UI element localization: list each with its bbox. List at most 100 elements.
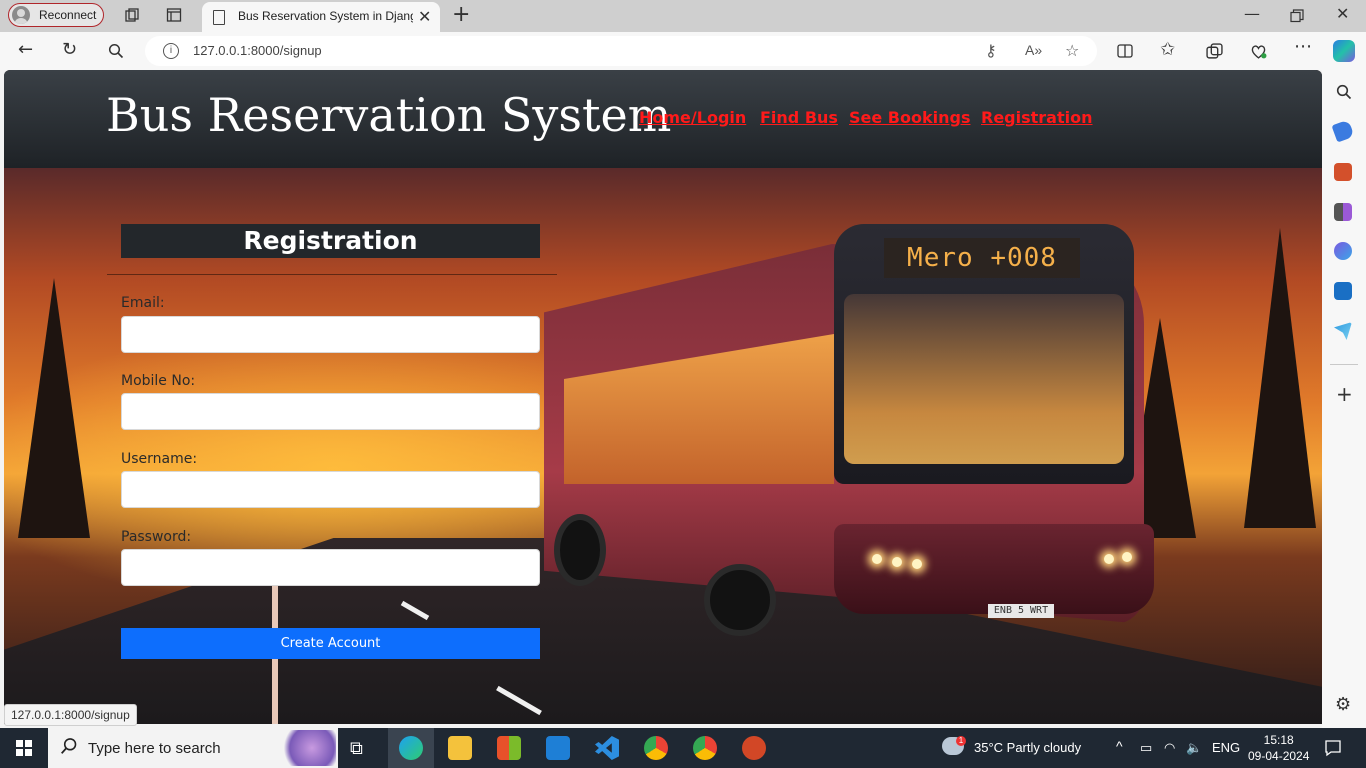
- bus-illustration: Mero +008 ENB 5 WRT: [544, 184, 1154, 636]
- close-window-icon[interactable]: ✕: [1336, 4, 1349, 23]
- minimize-icon[interactable]: —: [1244, 4, 1260, 23]
- shopping-tag-icon[interactable]: [1331, 119, 1355, 143]
- windows-taskbar: Type here to search ⧉ 1 35°C Partly clou…: [0, 728, 1366, 768]
- edge-browser-icon[interactable]: [399, 736, 423, 760]
- address-url[interactable]: 127.0.0.1:8000/signup: [193, 43, 322, 58]
- restore-icon[interactable]: [1290, 9, 1304, 23]
- browser-tab-strip: Reconnect Bus Reservation System in Djan…: [0, 0, 1366, 32]
- reconnect-label: Reconnect: [39, 8, 97, 22]
- workspaces-icon[interactable]: [124, 7, 140, 23]
- page-document-icon: [213, 10, 225, 25]
- weather-text[interactable]: 35°C Partly cloudy: [974, 740, 1081, 755]
- mail-icon[interactable]: [546, 736, 570, 760]
- browser-toolbar: ← ↻ i 127.0.0.1:8000/signup ⚷ A» ☆ ✩ ⋯: [0, 32, 1366, 70]
- headlight: [912, 559, 922, 569]
- active-tab[interactable]: Bus Reservation System in Djang ✕: [202, 2, 440, 32]
- edge-sidebar: + ⚙: [1322, 70, 1366, 728]
- nav-home-login-link[interactable]: Home/Login: [639, 108, 746, 127]
- favorite-star-icon[interactable]: ☆: [1065, 41, 1079, 60]
- copilot-sidebar-icon[interactable]: [1334, 242, 1352, 260]
- headlight: [1104, 554, 1114, 564]
- notifications-icon[interactable]: [1324, 739, 1342, 757]
- copilot-icon[interactable]: [1333, 40, 1355, 62]
- username-label: Username:: [121, 451, 198, 467]
- battery-icon[interactable]: ▭: [1140, 740, 1152, 756]
- sidebar-divider: [1330, 364, 1358, 365]
- bus-bumper: [834, 524, 1154, 614]
- password-field[interactable]: [121, 549, 540, 586]
- nav-see-bookings-link[interactable]: See Bookings: [849, 108, 970, 127]
- file-explorer-icon[interactable]: [448, 736, 472, 760]
- password-label: Password:: [121, 529, 192, 545]
- task-view-icon[interactable]: ⧉: [350, 738, 363, 759]
- bus-wheel: [554, 514, 606, 586]
- vscode-icon[interactable]: [595, 736, 619, 760]
- send-drop-icon[interactable]: [1334, 322, 1352, 340]
- add-sidebar-app-icon[interactable]: +: [1336, 382, 1353, 406]
- nav-find-bus-link[interactable]: Find Bus: [760, 108, 838, 127]
- favorites-icon[interactable]: ✩: [1160, 39, 1175, 60]
- chrome-profile-icon[interactable]: [693, 736, 717, 760]
- system-clock[interactable]: 15:18 09-04-2024: [1248, 732, 1309, 764]
- username-field[interactable]: [121, 471, 540, 508]
- profile-avatar-icon: [12, 6, 30, 24]
- clock-time: 15:18: [1263, 733, 1294, 747]
- volume-icon[interactable]: 🔈: [1186, 740, 1202, 756]
- site-info-icon[interactable]: i: [163, 43, 179, 59]
- address-bar[interactable]: i 127.0.0.1:8000/signup ⚷ A» ☆: [145, 36, 1097, 66]
- games-icon[interactable]: [1334, 203, 1352, 221]
- split-screen-icon[interactable]: [1117, 43, 1133, 59]
- windows-start-icon[interactable]: [16, 740, 32, 756]
- form-title: Registration: [121, 224, 540, 258]
- web-page: Bus Reservation System Home/Login Find B…: [4, 70, 1322, 724]
- bus-wheel: [704, 564, 776, 636]
- clock-date: 09-04-2024: [1248, 749, 1310, 763]
- close-tab-icon[interactable]: ✕: [418, 7, 431, 26]
- show-hidden-icons-chevron-icon[interactable]: ^: [1116, 738, 1123, 754]
- microsoft-store-icon[interactable]: [497, 736, 521, 760]
- back-arrow-icon[interactable]: ←: [18, 39, 33, 60]
- sidebar-search-icon[interactable]: [1336, 84, 1352, 100]
- language-indicator[interactable]: ENG: [1212, 740, 1240, 755]
- sidebar-settings-gear-icon[interactable]: ⚙: [1335, 694, 1351, 715]
- taskbar-search-box[interactable]: Type here to search: [48, 728, 338, 768]
- bus-license-plate: ENB 5 WRT: [988, 604, 1054, 618]
- taskbar-search-placeholder: Type here to search: [88, 740, 221, 757]
- key-icon[interactable]: ⚷: [985, 41, 997, 60]
- email-label: Email:: [121, 295, 165, 311]
- tab-title: Bus Reservation System in Djang: [238, 9, 413, 23]
- site-header: Bus Reservation System Home/Login Find B…: [4, 70, 1322, 168]
- headlight: [892, 557, 902, 567]
- mobile-label: Mobile No:: [121, 373, 196, 389]
- more-options-icon[interactable]: ⋯: [1294, 36, 1312, 57]
- search-highlight-unicorn-icon: [276, 730, 336, 766]
- bus-windshield: [844, 294, 1124, 464]
- nav-registration-link[interactable]: Registration: [981, 108, 1092, 127]
- tab-actions-icon[interactable]: [166, 7, 182, 23]
- tree-silhouette: [18, 278, 90, 538]
- headlight: [872, 554, 882, 564]
- reconnect-profile-button[interactable]: Reconnect: [8, 3, 104, 27]
- link-status-bar: 127.0.0.1:8000/signup: [4, 704, 137, 726]
- new-tab-button[interactable]: +: [452, 2, 470, 27]
- refresh-icon[interactable]: ↻: [62, 39, 77, 60]
- headlight: [1122, 552, 1132, 562]
- mobile-no-field[interactable]: [121, 393, 540, 430]
- taskbar-search-icon: [61, 738, 77, 754]
- browser-essentials-icon[interactable]: [1250, 43, 1267, 60]
- outlook-icon[interactable]: [1334, 282, 1352, 300]
- powerpoint-icon[interactable]: [742, 736, 766, 760]
- create-account-button[interactable]: Create Account: [121, 628, 540, 659]
- weather-badge: 1: [956, 736, 966, 746]
- search-icon[interactable]: [108, 43, 124, 59]
- email-field[interactable]: [121, 316, 540, 353]
- collections-icon[interactable]: [1206, 43, 1223, 60]
- form-divider: [107, 274, 557, 275]
- tree-silhouette: [1244, 228, 1316, 528]
- site-brand-title[interactable]: Bus Reservation System: [106, 88, 671, 142]
- wifi-icon[interactable]: ◠: [1164, 740, 1175, 756]
- read-aloud-icon[interactable]: A»: [1025, 42, 1042, 58]
- tools-briefcase-icon[interactable]: [1334, 163, 1352, 181]
- bus-destination-sign: Mero +008: [884, 238, 1080, 278]
- chrome-icon[interactable]: [644, 736, 668, 760]
